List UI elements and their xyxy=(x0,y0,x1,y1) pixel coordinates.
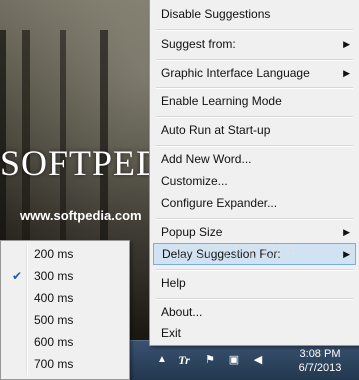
menu-separator xyxy=(156,59,353,61)
menu-separator xyxy=(156,87,353,89)
menu-item-label: Disable Suggestions xyxy=(161,7,271,21)
menu-item-exit[interactable]: Exit xyxy=(153,322,356,344)
delay-option-label: 700 ms xyxy=(34,357,74,371)
menu-separator xyxy=(156,145,353,147)
menu-item-label: Add New Word... xyxy=(161,152,252,166)
menu-item-help[interactable]: Help xyxy=(153,272,356,294)
action-center-flag-icon[interactable]: ⚑ xyxy=(203,353,217,367)
delay-option-300[interactable]: ✔ 300 ms xyxy=(4,265,124,287)
system-clock[interactable]: 3:08 PM 6/7/2013 xyxy=(285,347,355,375)
menu-item-disable-suggestions[interactable]: Disable Suggestions xyxy=(153,3,356,25)
clock-date: 6/7/2013 xyxy=(298,362,342,374)
typing-assistant-tray-icon[interactable]: Tr xyxy=(177,353,191,367)
menu-item-label: Configure Expander... xyxy=(161,196,278,210)
menu-item-add-new-word[interactable]: Add New Word... xyxy=(153,148,356,170)
delay-submenu: 200 ms ✔ 300 ms 400 ms 500 ms 600 ms 700… xyxy=(0,240,130,380)
delay-option-label: 400 ms xyxy=(34,291,74,305)
menu-item-graphic-interface-language[interactable]: Graphic Interface Language ▶ xyxy=(153,62,356,84)
softpedia-url: www.softpedia.com xyxy=(20,208,142,223)
menu-item-auto-run[interactable]: Auto Run at Start-up xyxy=(153,119,356,141)
menu-item-label: Delay Suggestion For: xyxy=(162,247,281,261)
delay-option-label: 200 ms xyxy=(34,247,74,261)
checkmark-icon: ✔ xyxy=(12,269,23,283)
menu-item-label: About... xyxy=(161,305,203,319)
menu-item-label: Graphic Interface Language xyxy=(161,66,310,80)
softpedia-logo: SOFTPEDIA xyxy=(0,143,170,183)
menu-item-label: Enable Learning Mode xyxy=(161,94,282,108)
context-menu: Disable Suggestions Suggest from: ▶ Grap… xyxy=(149,0,359,346)
delay-option-200[interactable]: 200 ms xyxy=(4,243,124,265)
menu-item-label: Popup Size xyxy=(161,225,223,239)
delay-option-label: 500 ms xyxy=(34,313,74,327)
submenu-arrow-icon: ▶ xyxy=(343,39,350,49)
show-hidden-icons-icon[interactable]: ▲ xyxy=(155,353,169,367)
delay-option-label: 600 ms xyxy=(34,335,74,349)
menu-item-popup-size[interactable]: Popup Size ▶ xyxy=(153,221,356,243)
menu-item-suggest-from[interactable]: Suggest from: ▶ xyxy=(153,33,356,55)
menu-item-delay-suggestion[interactable]: Delay Suggestion For: ▶ xyxy=(153,243,356,265)
menu-item-enable-learning-mode[interactable]: Enable Learning Mode xyxy=(153,90,356,112)
menu-item-label: Auto Run at Start-up xyxy=(161,123,271,137)
network-icon[interactable]: ▣ xyxy=(227,353,241,367)
menu-separator xyxy=(156,116,353,118)
volume-icon[interactable]: ◀ xyxy=(251,353,265,367)
submenu-arrow-icon: ▶ xyxy=(343,249,350,259)
menu-separator xyxy=(156,298,353,300)
menu-item-configure-expander[interactable]: Configure Expander... xyxy=(153,192,356,214)
submenu-arrow-icon: ▶ xyxy=(343,68,350,78)
menu-item-customize[interactable]: Customize... xyxy=(153,170,356,192)
taskbar: ▲ Tr ⚑ ▣ ◀ 3:08 PM 6/7/2013 xyxy=(125,340,359,380)
menu-separator xyxy=(156,269,353,271)
menu-separator xyxy=(156,218,353,220)
menu-item-label: Suggest from: xyxy=(161,37,236,51)
delay-option-600[interactable]: 600 ms xyxy=(4,331,124,353)
clock-time: 3:08 PM xyxy=(299,348,341,360)
delay-option-700[interactable]: 700 ms xyxy=(4,353,124,375)
delay-option-400[interactable]: 400 ms xyxy=(4,287,124,309)
menu-separator xyxy=(156,29,353,31)
menu-item-about[interactable]: About... xyxy=(153,301,356,323)
menu-item-label: Exit xyxy=(161,326,182,340)
delay-option-500[interactable]: 500 ms xyxy=(4,309,124,331)
submenu-arrow-icon: ▶ xyxy=(343,227,350,237)
menu-item-label: Customize... xyxy=(161,174,228,188)
delay-option-label: 300 ms xyxy=(34,269,74,283)
menu-item-label: Help xyxy=(161,276,186,290)
